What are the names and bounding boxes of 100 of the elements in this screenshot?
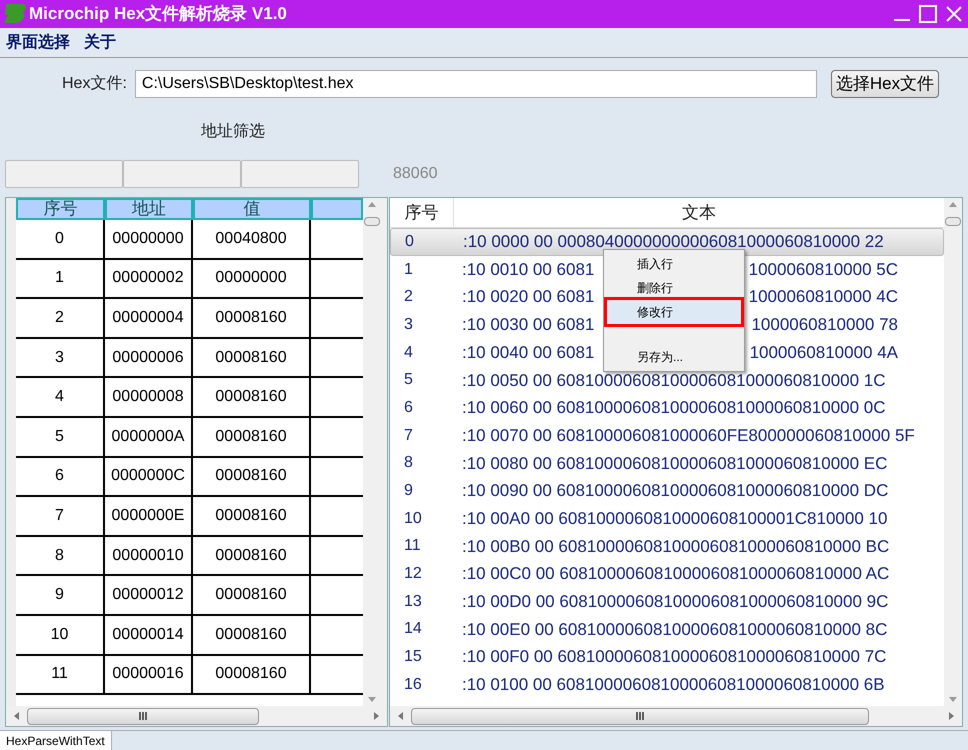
- row-index: 15: [403, 647, 423, 668]
- row-index: 3: [403, 314, 414, 335]
- select-file-button[interactable]: 选择Hex文件: [830, 70, 940, 98]
- row-index: 7: [403, 426, 414, 446]
- column-header[interactable]: 文本: [454, 198, 944, 227]
- row-index: 4: [403, 342, 414, 363]
- scroll-right-icon[interactable]: [374, 712, 379, 720]
- table-cell: 00000012: [105, 576, 193, 614]
- hex-record: :10 00F0 00 60810000608100006081000060810000 7C: [461, 646, 886, 668]
- window-title: Microchip Hex文件解析烧录 V1.0: [29, 3, 287, 26]
- scroll-right-icon[interactable]: [949, 712, 954, 720]
- horizontal-scrollbar[interactable]: [390, 706, 962, 726]
- hex-record: 1000060810000 4C: [748, 286, 898, 308]
- table-cell: 0000000A: [105, 418, 193, 456]
- table-cell: 10: [16, 616, 105, 654]
- table-cell: 00000008: [105, 378, 193, 416]
- scroll-thumb[interactable]: [945, 217, 961, 226]
- row-index: 0: [404, 232, 415, 252]
- grip-icon: [138, 712, 148, 720]
- table-cell: 00000000: [193, 260, 311, 298]
- column-header[interactable]: 值: [193, 198, 311, 220]
- table-cell: 5: [16, 418, 105, 456]
- scroll-thumb[interactable]: [364, 217, 380, 226]
- column-header[interactable]: 序号: [16, 198, 105, 220]
- filter-field[interactable]: [5, 160, 123, 188]
- column-header[interactable]: 序号: [390, 198, 454, 227]
- table-cell: 00000014: [105, 616, 193, 654]
- table-cell: 0000000C: [105, 458, 193, 496]
- filter-field[interactable]: [123, 160, 241, 188]
- hex-record: :10 00D0 00 60810000608100006081000060810000 9C: [461, 591, 888, 614]
- table-cell: 00008160: [193, 616, 311, 654]
- hex-record: :10 00B0 00 60810000608100006081000060810000 BC: [461, 536, 890, 558]
- row-index: 16: [403, 674, 423, 695]
- table-cell: 00008160: [193, 418, 311, 456]
- table-cell: 8: [16, 536, 105, 574]
- scroll-left-icon[interactable]: [398, 712, 403, 720]
- hex-record: :10 0050 00 60810000608100006081000060810000 1C: [461, 370, 886, 392]
- table-cell: 9: [16, 576, 105, 614]
- table-cell: 00008160: [193, 656, 311, 694]
- context-menu-item[interactable]: 删除行: [607, 276, 741, 300]
- close-icon[interactable]: [944, 4, 964, 24]
- table-cell: 00000010: [105, 536, 193, 574]
- hex-record: :10 00E0 00 60810000608100006081000060810000 8C: [461, 618, 888, 641]
- table-cell: 11: [16, 656, 105, 694]
- vertical-scrollbar[interactable]: [944, 198, 962, 706]
- context-menu-item[interactable]: 修改行: [607, 300, 741, 324]
- record-count: 88060: [393, 164, 438, 184]
- hex-record: :10 0030 00 6081: [462, 314, 594, 336]
- table-cell: 0: [16, 220, 105, 258]
- context-menu-item[interactable]: 另存为...: [607, 345, 741, 369]
- hex-record: :10 0020 00 6081: [462, 286, 594, 308]
- table-cell: 1: [16, 260, 105, 298]
- hex-record: :10 0010 00 6081: [462, 258, 594, 281]
- hex-record: :10 0040 00 6081: [462, 342, 594, 364]
- hex-record: :10 0080 00 60810000608100006081000060810000 EC: [461, 452, 888, 475]
- hex-record: :10 0000 00 00080400000000006081000060810000 22: [462, 231, 884, 254]
- table-cell: 6: [16, 458, 105, 496]
- hex-record: :10 0090 00 60810000608100006081000060810000 DC: [461, 480, 888, 502]
- row-index: 12: [403, 564, 423, 584]
- hex-record: :10 0100 00 60810000608100006081000060810000 6B: [461, 674, 885, 696]
- table-cell: 00008160: [193, 497, 311, 535]
- table-cell: 00008160: [193, 299, 311, 337]
- hex-record: 1000060810000 78: [751, 314, 898, 336]
- file-label: Hex文件:: [62, 74, 127, 94]
- filter-field[interactable]: [241, 160, 359, 188]
- table-cell: 3: [16, 338, 105, 376]
- row-index: 9: [403, 481, 414, 502]
- row-index: 13: [403, 592, 423, 612]
- file-path-field[interactable]: C:\Users\SB\Desktop\test.hex: [134, 70, 817, 98]
- hex-record: :10 0060 00 60810000608100006081000060810000 0C: [461, 397, 886, 420]
- scroll-thumb[interactable]: [27, 708, 259, 724]
- selected-row[interactable]: 0 :10 0000 00 00080400000000006081000060810000 22: [390, 228, 944, 256]
- maximize-icon[interactable]: [918, 4, 938, 24]
- table-cell: 00008160: [193, 378, 311, 416]
- hex-record: :10 00A0 00 6081000060810000608100001C810000 10: [461, 508, 888, 530]
- scroll-thumb[interactable]: [411, 708, 869, 724]
- table-cell: 2: [16, 299, 105, 337]
- scroll-up-icon[interactable]: [368, 202, 376, 207]
- status-tab[interactable]: HexParseWithText: [0, 731, 112, 750]
- table-cell: 00000000: [105, 220, 193, 258]
- table-cell: 00000016: [105, 656, 193, 694]
- table-cell: 00000004: [105, 299, 193, 337]
- hex-record: 1000060810000 5C: [748, 258, 898, 281]
- column-header[interactable]: [311, 198, 363, 220]
- row-index: 5: [403, 370, 414, 390]
- app-logo-icon: [3, 3, 27, 25]
- scroll-left-icon[interactable]: [14, 712, 19, 720]
- menu-item[interactable]: 关于: [84, 30, 116, 54]
- menu-item[interactable]: 界面选择: [6, 30, 70, 54]
- hex-record: :10 00C0 00 60810000608100006081000060810000 AC: [461, 563, 890, 586]
- row-index: 14: [403, 619, 423, 640]
- table-cell: 00008160: [193, 338, 311, 376]
- column-header[interactable]: 地址: [105, 198, 193, 220]
- row-index: 1: [403, 260, 414, 280]
- row-index: 10: [403, 508, 423, 529]
- scroll-up-icon[interactable]: [949, 202, 957, 207]
- grip-icon: [635, 712, 645, 720]
- hex-record: :10 0070 00 608100006081000060FE800000060810000 5F: [461, 424, 915, 447]
- hex-record: 1000060810000 4A: [750, 342, 898, 364]
- table-cell: 00000006: [105, 338, 193, 376]
